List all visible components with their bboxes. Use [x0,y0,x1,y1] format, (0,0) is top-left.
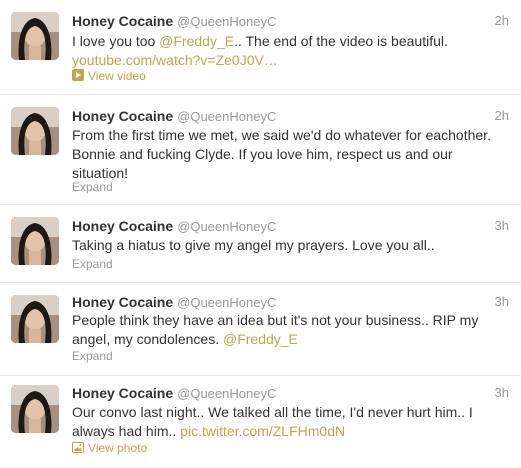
avatar-photo-icon [11,12,59,60]
tweet-header: Honey Cocaine @QueenHoneyC 3h [72,385,509,403]
tweet-text-line: Taking a hiatus to give my angel my pray… [72,237,435,253]
author-handle[interactable]: @QueenHoneyC [177,386,276,401]
tweet-item[interactable]: Honey Cocaine @QueenHoneyC 3h Taking a hi… [0,205,521,283]
tweet-text-line: From the first time we met, we said we'd… [72,127,491,143]
tweet-timestamp[interactable]: 2h [495,13,509,28]
author-handle[interactable]: @QueenHoneyC [177,219,276,234]
tweet-text: Our convo last night.. We talked all the… [72,403,512,441]
avatar-photo-icon [11,217,59,265]
author-name[interactable]: Honey Cocaine [72,108,173,124]
tweet-timestamp[interactable]: 2h [495,108,509,123]
view-video-link[interactable]: View video [72,69,146,84]
view-video-label: View video [88,69,146,83]
author-name[interactable]: Honey Cocaine [72,13,173,29]
tweet-text-segment: .. The end of the video is beautiful. [234,33,448,49]
author-name[interactable]: Honey Cocaine [72,385,173,401]
tweet-header: Honey Cocaine @QueenHoneyC 2h [72,108,509,126]
author-handle[interactable]: @QueenHoneyC [177,109,276,124]
tweet-header: Honey Cocaine @QueenHoneyC 2h [72,13,509,31]
expand-link[interactable]: Expand [72,180,113,194]
tweet-timestamp[interactable]: 3h [495,385,509,400]
tweet-text: Taking a hiatus to give my angel my pray… [72,236,512,255]
tweet-header: Honey Cocaine @QueenHoneyC 3h [72,218,509,236]
avatar[interactable] [11,295,59,343]
avatar[interactable] [11,12,59,60]
tweet-timeline: Honey Cocaine @QueenHoneyC 2h I love you … [0,0,521,468]
tweet-text-line: Bonnie and fucking Clyde. If you love hi… [72,146,453,162]
tweet-item[interactable]: Honey Cocaine @QueenHoneyC 3h People thin… [0,283,521,376]
author-handle[interactable]: @QueenHoneyC [177,295,276,310]
play-icon [72,69,84,84]
expand-link[interactable]: Expand [72,257,113,271]
expand-link[interactable]: Expand [72,349,113,363]
url-link[interactable]: youtube.com/watch?v=Ze0J0V… [72,52,278,68]
tweet-text-segment: I love you too [72,33,160,49]
photo-icon [72,442,84,456]
tweet-timestamp[interactable]: 3h [495,218,509,233]
tweet-text: From the first time we met, we said we'd… [72,126,512,183]
author-name[interactable]: Honey Cocaine [72,218,173,234]
tweet-item[interactable]: Honey Cocaine @QueenHoneyC 2h I love you … [0,0,521,95]
tweet-text-line: People think they have an idea but it's … [72,312,479,328]
mention-link[interactable]: @Freddy_E [223,331,298,347]
tweet-item[interactable]: Honey Cocaine @QueenHoneyC 2h From the fi… [0,95,521,205]
url-link[interactable]: pic.twitter.com/ZLFHm0dN [180,423,345,439]
view-photo-label: View photo [88,441,148,455]
avatar[interactable] [11,107,59,155]
author-name[interactable]: Honey Cocaine [72,294,173,310]
tweet-text: I love you too @Freddy_E.. The end of th… [72,32,512,70]
avatar[interactable] [11,217,59,265]
tweet-text-line: Our convo last night.. We talked all the… [72,404,473,420]
tweet-text-line: situation! [72,165,129,181]
view-photo-link[interactable]: View photo [72,441,147,456]
tweet-item[interactable]: Honey Cocaine @QueenHoneyC 3h Our convo l… [0,376,521,468]
tweet-text: People think they have an idea but it's … [72,311,512,349]
avatar[interactable] [11,385,59,433]
avatar-photo-icon [11,385,59,433]
tweet-header: Honey Cocaine @QueenHoneyC 3h [72,294,509,312]
author-handle[interactable]: @QueenHoneyC [177,14,276,29]
tweet-timestamp[interactable]: 3h [495,294,509,309]
avatar-photo-icon [11,107,59,155]
mention-link[interactable]: @Freddy_E [159,33,234,49]
tweet-text-segment: angel, my condolences. [72,331,223,347]
avatar-photo-icon [11,295,59,343]
tweet-text-segment: always had him.. [72,423,181,439]
